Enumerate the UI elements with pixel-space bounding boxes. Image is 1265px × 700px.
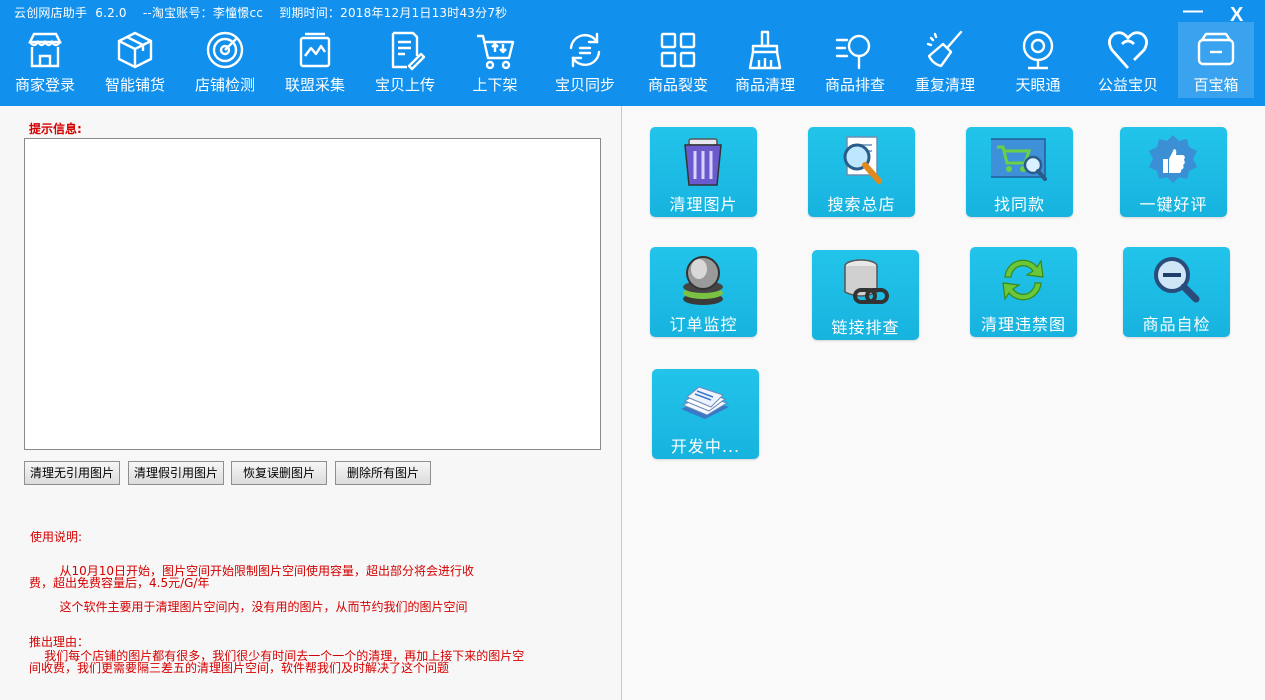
tool-label: 商品自检 (1142, 315, 1211, 334)
restore-deleted-button[interactable]: 恢复误删图片 (231, 461, 327, 485)
broom-icon (748, 30, 782, 70)
nav-item-dup-clean[interactable]: 重复清理 (905, 22, 985, 98)
tool-clean-banned[interactable]: 清理违禁图 (970, 247, 1077, 337)
window-title: 云创网店助手 6.2.0 --淘宝账号：李憧憬cc 到期时间：2018年12月1… (14, 6, 508, 20)
nav-label: 商品裂变 (647, 76, 708, 94)
tool-label: 清理图片 (669, 195, 738, 214)
cart-icon (477, 34, 515, 70)
documents-icon (681, 386, 729, 419)
clean-unreferenced-button[interactable]: 清理无引用图片 (24, 461, 120, 485)
tool-label: 找同款 (993, 195, 1045, 214)
zoom-out-icon (1154, 257, 1200, 303)
nav-item-product-inspect[interactable]: 商品排查 (815, 22, 895, 98)
tool-label: 开发中... (670, 437, 741, 456)
clean-fake-ref-button[interactable]: 清理假引用图片 (128, 461, 224, 485)
tool-label: 搜索总店 (827, 195, 896, 214)
usage-para-2: 这个软件主要用于清理图片空间内，没有用的图片，从而节约我们的图片空间 (29, 600, 468, 614)
hint-label: 提示信息: (29, 122, 82, 136)
nav-label: 天眼通 (1015, 76, 1061, 94)
box-icon (117, 31, 153, 69)
tool-label: 链接排查 (831, 318, 900, 337)
trash-icon (684, 138, 722, 186)
nav-item-alliance-collect[interactable]: 联盟采集 (275, 22, 355, 98)
tool-order-monitor[interactable]: 订单监控 (650, 247, 757, 337)
doc-search-icon (843, 136, 882, 184)
refresh-icon (1002, 259, 1044, 301)
nav-item-smart-listing[interactable]: 智能铺货 (95, 22, 175, 98)
tool-clean-images[interactable]: 清理图片 (650, 127, 757, 217)
tool-self-check[interactable]: 商品自检 (1123, 247, 1230, 337)
nav-label: 联盟采集 (284, 76, 345, 94)
radar-icon (206, 31, 244, 69)
collect-icon (299, 32, 331, 68)
usage-title: 使用说明: (30, 530, 83, 544)
monitor-icon (683, 256, 723, 305)
reason-line-2: 间收费，我们更需要隔三差五的清理图片空间，软件帮我们及时解决了这个问题 (29, 661, 450, 675)
nav-label: 商品排查 (824, 76, 885, 94)
nav-label: 商品清理 (734, 76, 795, 94)
nav-label: 商家登录 (14, 76, 75, 94)
nav-label: 店铺检测 (194, 76, 255, 94)
heart-icon (1108, 31, 1148, 69)
camera-icon (1022, 30, 1054, 70)
tool-search-store[interactable]: 搜索总店 (808, 127, 915, 217)
link-db-icon (844, 259, 889, 304)
reason-title: 推出理由： (29, 635, 90, 649)
left-panel: 提示信息: 清理无引用图片 清理假引用图片 恢复误删图片 删除所有图片 使用说明… (0, 106, 622, 700)
nav-item-product-clean[interactable]: 商品清理 (725, 22, 805, 98)
nav-item-sky-eye[interactable]: 天眼通 (998, 22, 1078, 98)
sweep-icon (926, 30, 963, 68)
cart-search-icon (991, 138, 1047, 181)
delete-all-button[interactable]: 删除所有图片 (335, 461, 431, 485)
nav-item-store-check[interactable]: 店铺检测 (185, 22, 265, 98)
tool-label: 清理违禁图 (980, 315, 1066, 334)
nav-item-merchant-login[interactable]: 商家登录 (5, 22, 85, 98)
nav-item-product-split[interactable]: 商品裂变 (638, 22, 718, 98)
upload-doc-icon (391, 31, 426, 71)
grid-icon (660, 32, 696, 68)
nav-label: 智能铺货 (104, 76, 165, 94)
tool-in-development[interactable]: 开发中... (652, 369, 759, 459)
thumbs-up-icon (1149, 135, 1197, 183)
wallet-icon (1197, 32, 1235, 66)
top-bar: 云创网店助手 6.2.0 --淘宝账号：李憧憬cc 到期时间：2018年12月1… (0, 0, 1265, 106)
sync-icon (569, 32, 601, 68)
tool-link-check[interactable]: 链接排查 (812, 250, 919, 340)
search-icon (835, 34, 871, 70)
nav-label: 重复清理 (914, 76, 975, 94)
tool-label: 订单监控 (669, 315, 738, 334)
nav-item-toolbox[interactable]: 百宝箱 (1178, 22, 1254, 98)
info-log-box[interactable] (24, 138, 601, 450)
tool-find-same[interactable]: 找同款 (966, 127, 1073, 217)
nav-label: 宝贝同步 (554, 76, 615, 94)
minimize-button[interactable]: — (1183, 0, 1203, 23)
nav-label: 百宝箱 (1193, 76, 1239, 94)
tool-one-click-review[interactable]: 一键好评 (1120, 127, 1227, 217)
shop-icon (28, 32, 62, 68)
nav-item-item-sync[interactable]: 宝贝同步 (545, 22, 625, 98)
nav-label: 公益宝贝 (1097, 76, 1158, 94)
nav-item-shelve[interactable]: 上下架 (455, 22, 535, 98)
nav-label: 上下架 (472, 76, 518, 94)
toolbox-panel: 清理图片 搜索总店 找同款 一键好评 订单监控 链接排查 清理违禁图 商品自检 … (622, 106, 1265, 700)
nav-label: 宝贝上传 (374, 76, 435, 94)
tool-label: 一键好评 (1139, 195, 1208, 214)
nav-item-charity[interactable]: 公益宝贝 (1088, 22, 1168, 98)
usage-para-1-line-2: 费，超出免费容量后，4.5元/G/年 (29, 576, 210, 590)
nav-item-item-upload[interactable]: 宝贝上传 (365, 22, 445, 98)
